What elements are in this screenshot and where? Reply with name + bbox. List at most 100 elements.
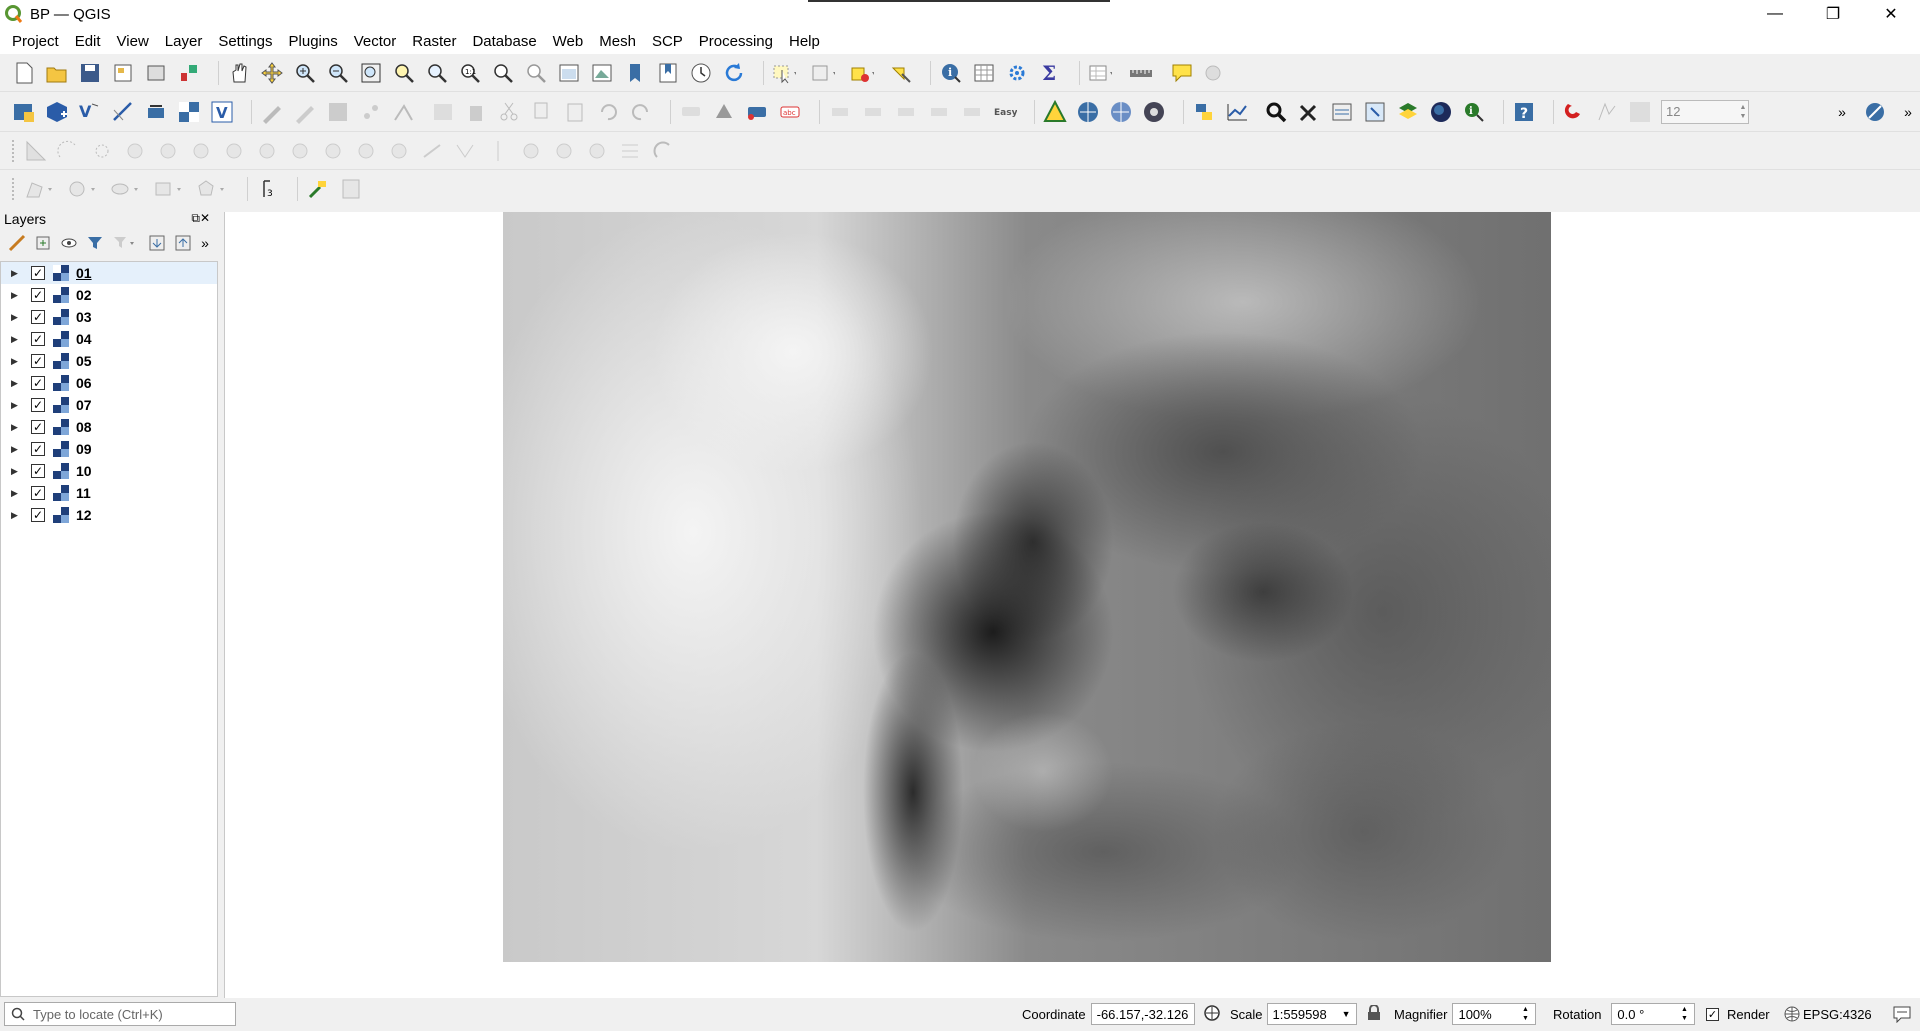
layer-row[interactable]: ▶ ✓ 03 bbox=[1, 306, 217, 328]
add-ring-icon[interactable] bbox=[189, 139, 213, 163]
scp-classification-icon[interactable] bbox=[1396, 100, 1420, 124]
delete-part-icon[interactable] bbox=[321, 139, 345, 163]
add-circular-string-icon[interactable] bbox=[57, 139, 81, 163]
layer-row[interactable]: ▶ ✓ 04 bbox=[1, 328, 217, 350]
expand-arrow-icon[interactable]: ▶ bbox=[11, 268, 21, 279]
vertex-tool-icon[interactable] bbox=[392, 100, 416, 124]
snap-tolerance-stepper[interactable]: 12 ▲ ▼ bbox=[1661, 99, 1749, 124]
layer-visibility-checkbox[interactable]: ✓ bbox=[31, 288, 45, 302]
restore-button[interactable]: ❐ bbox=[1804, 0, 1862, 28]
rotate-feature-icon[interactable] bbox=[123, 139, 147, 163]
add-feature-icon[interactable] bbox=[359, 100, 383, 124]
advanced-digitizing-icon[interactable] bbox=[24, 139, 48, 163]
enable-snapping-icon[interactable] bbox=[1562, 100, 1586, 124]
save-project-icon[interactable] bbox=[78, 61, 102, 85]
map-canvas[interactable] bbox=[224, 212, 1920, 998]
search-icon[interactable] bbox=[1264, 100, 1288, 124]
show-map-tips-icon[interactable] bbox=[1088, 61, 1112, 85]
delete-selected-icon[interactable] bbox=[464, 100, 488, 124]
select-by-value-icon[interactable] bbox=[811, 61, 835, 85]
open-project-icon[interactable] bbox=[45, 61, 69, 85]
filter-expression-icon[interactable] bbox=[112, 234, 140, 252]
menu-project[interactable]: Project bbox=[4, 33, 67, 50]
open-layer-styling-icon[interactable] bbox=[8, 234, 26, 252]
layer-row[interactable]: ▶ ✓ 10 bbox=[1, 460, 217, 482]
zoom-last-icon[interactable] bbox=[491, 61, 515, 85]
snapping-type-icon[interactable] bbox=[1595, 100, 1619, 124]
refresh-icon[interactable] bbox=[722, 61, 746, 85]
expand-all-icon[interactable] bbox=[148, 234, 166, 252]
zoom-out-icon[interactable] bbox=[326, 61, 350, 85]
toolbar-grip[interactable] bbox=[12, 178, 16, 200]
new-map-view-icon[interactable] bbox=[557, 61, 581, 85]
layout-manager-icon[interactable] bbox=[144, 61, 168, 85]
panel-overflow-icon[interactable]: » bbox=[200, 234, 210, 252]
fill-ring-icon[interactable] bbox=[255, 139, 279, 163]
layer-visibility-checkbox[interactable]: ✓ bbox=[31, 332, 45, 346]
menu-settings[interactable]: Settings bbox=[210, 33, 280, 50]
layer-visibility-checkbox[interactable]: ✓ bbox=[31, 398, 45, 412]
map-tips-icon[interactable] bbox=[1170, 61, 1194, 85]
info-search-icon[interactable]: i bbox=[1462, 100, 1486, 124]
copy-features-icon[interactable] bbox=[530, 100, 554, 124]
menu-vector[interactable]: Vector bbox=[346, 33, 405, 50]
layer-diagram-icon[interactable] bbox=[745, 100, 769, 124]
scp-band-set-icon[interactable] bbox=[1330, 100, 1354, 124]
add-virtual-layer-icon[interactable]: V bbox=[210, 100, 234, 124]
create-polygon-icon[interactable] bbox=[24, 177, 58, 201]
python-console-icon[interactable] bbox=[1192, 100, 1216, 124]
temporal-controller-icon[interactable] bbox=[689, 61, 713, 85]
create-regular-polygon-icon[interactable] bbox=[196, 177, 230, 201]
layer-row[interactable]: ▶ ✓ 09 bbox=[1, 438, 217, 460]
magnifier-stepper[interactable]: 100% ▲ ▼ bbox=[1452, 1003, 1537, 1025]
style-manager-icon[interactable] bbox=[177, 61, 201, 85]
modify-attributes-icon[interactable] bbox=[431, 100, 455, 124]
expand-arrow-icon[interactable]: ▶ bbox=[11, 378, 21, 389]
layer-visibility-checkbox[interactable]: ✓ bbox=[31, 420, 45, 434]
menu-edit[interactable]: Edit bbox=[67, 33, 109, 50]
layer-visibility-checkbox[interactable]: ✓ bbox=[31, 442, 45, 456]
zoom-to-layer-icon[interactable] bbox=[425, 61, 449, 85]
panel-float-close-icon[interactable]: ⧉✕ bbox=[191, 211, 210, 226]
layer-row[interactable]: ▶ ✓ 06 bbox=[1, 372, 217, 394]
layer-row[interactable]: ▶ ✓ 07 bbox=[1, 394, 217, 416]
georeferencer-icon[interactable] bbox=[1043, 99, 1067, 124]
profile-tool-icon[interactable] bbox=[1225, 100, 1249, 124]
layer-visibility-checkbox[interactable]: ✓ bbox=[31, 354, 45, 368]
zoom-next-icon[interactable] bbox=[524, 61, 548, 85]
new-print-layout-icon[interactable] bbox=[111, 61, 135, 85]
measure-line-icon[interactable] bbox=[1129, 61, 1153, 85]
crs-label[interactable]: EPSG:4326 bbox=[1803, 1007, 1872, 1022]
split-features-icon[interactable] bbox=[486, 139, 510, 163]
layer-tools-icon[interactable] bbox=[1863, 100, 1887, 124]
layer-visibility-checkbox[interactable]: ✓ bbox=[31, 376, 45, 390]
menu-layer[interactable]: Layer bbox=[157, 33, 211, 50]
zoom-full-icon[interactable] bbox=[359, 61, 383, 85]
offset-point-symbols-icon[interactable] bbox=[651, 139, 675, 163]
scp-tools-icon[interactable] bbox=[306, 177, 330, 201]
add-raster-layer-icon[interactable] bbox=[177, 100, 201, 124]
simplify-feature-icon[interactable] bbox=[156, 139, 180, 163]
select-location-icon[interactable] bbox=[889, 61, 913, 85]
expand-arrow-icon[interactable]: ▶ bbox=[11, 356, 21, 367]
data-source-manager-icon[interactable] bbox=[12, 100, 36, 124]
layer-visibility-checkbox[interactable]: ✓ bbox=[31, 508, 45, 522]
coordinate-field[interactable]: -66.157,-32.126 bbox=[1090, 1003, 1195, 1025]
scp-easy-icon[interactable]: Easy bbox=[993, 100, 1017, 124]
rotate-label-icon[interactable] bbox=[927, 100, 951, 124]
menu-database[interactable]: Database bbox=[464, 33, 544, 50]
layer-row[interactable]: ▶ ✓ 08 bbox=[1, 416, 217, 438]
label-toolbar-icon[interactable] bbox=[679, 100, 703, 124]
new-project-icon[interactable] bbox=[12, 61, 36, 85]
toolbar-overflow-2-icon[interactable]: » bbox=[1896, 100, 1920, 124]
new-3d-map-view-icon[interactable] bbox=[590, 61, 614, 85]
align-rasters-icon[interactable] bbox=[1109, 100, 1133, 124]
help-icon[interactable]: ? bbox=[1512, 100, 1536, 124]
layer-row[interactable]: ▶ ✓ 05 bbox=[1, 350, 217, 372]
create-circle-icon[interactable] bbox=[67, 177, 101, 201]
new-geopackage-layer-icon[interactable] bbox=[45, 100, 69, 124]
change-label-icon[interactable] bbox=[960, 100, 984, 124]
move-feature-icon[interactable] bbox=[90, 139, 114, 163]
crs-group[interactable]: EPSG:4326 bbox=[1784, 1003, 1872, 1025]
split-parts-icon[interactable] bbox=[519, 139, 543, 163]
